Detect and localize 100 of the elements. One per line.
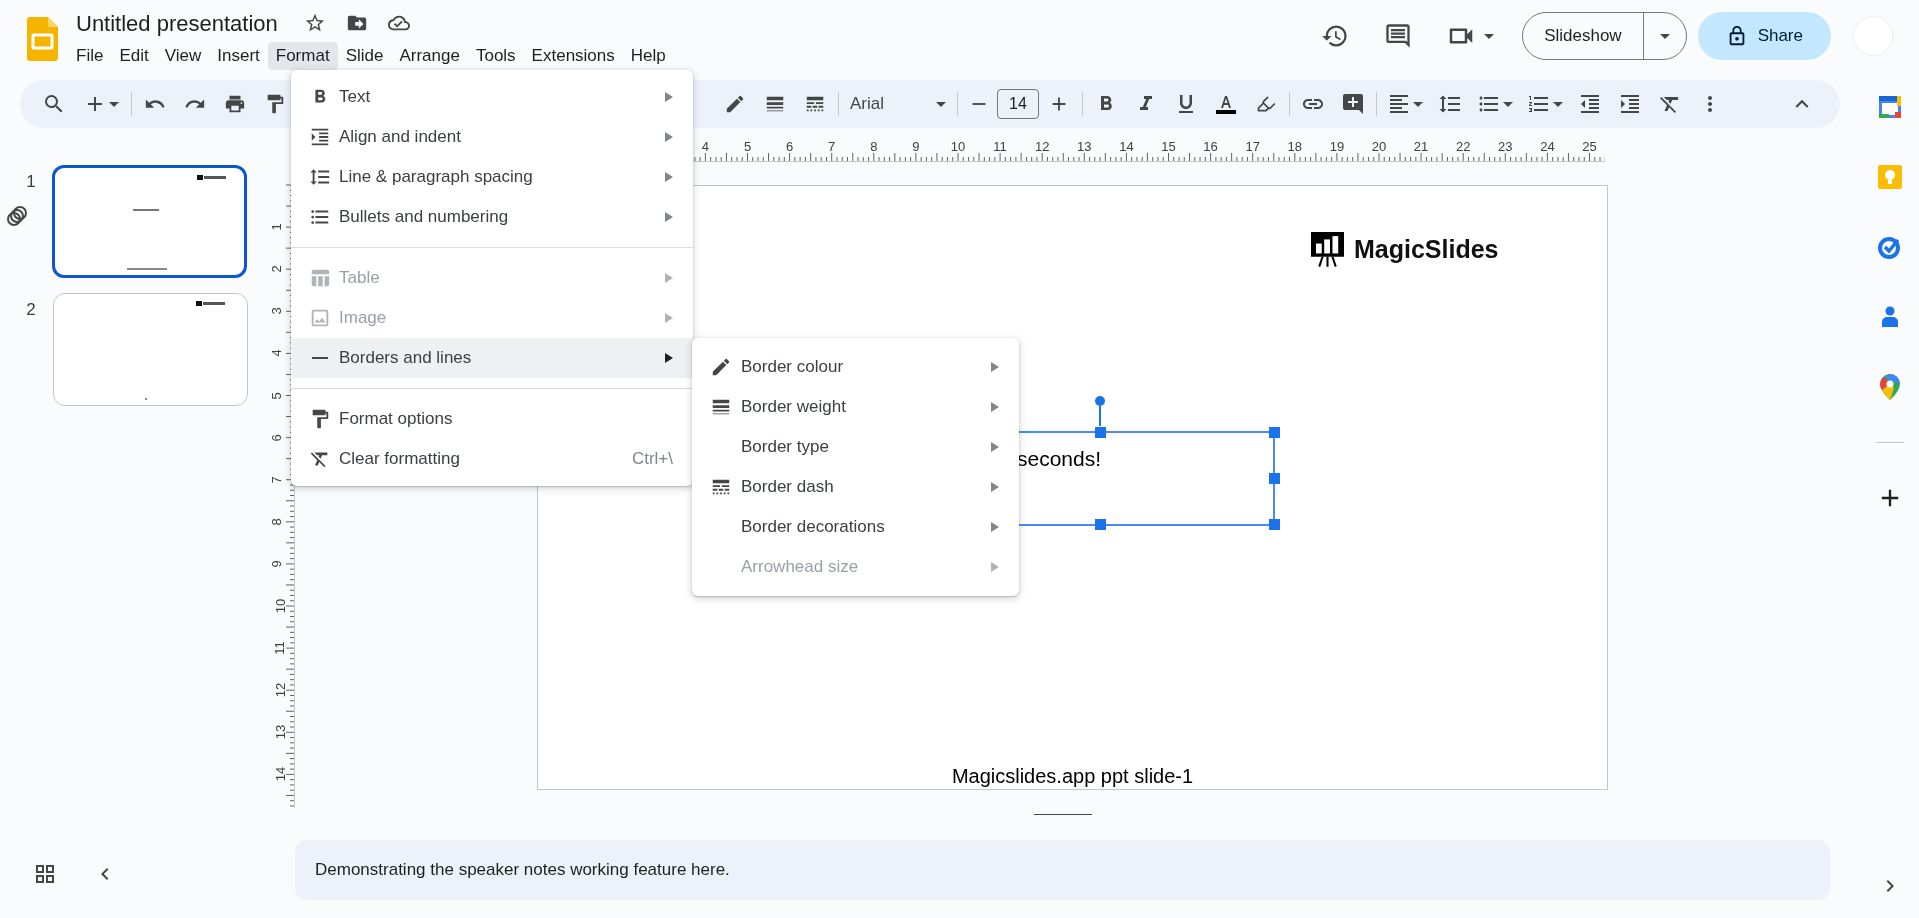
menu-item[interactable]: Text [291,77,693,117]
caret-icon[interactable] [1553,101,1563,107]
indent-decrease-icon[interactable] [1578,92,1602,116]
menu-bar-item[interactable]: Arrange [391,42,468,70]
submenu-arrow-icon [665,273,673,283]
submenu-arrow-icon [991,442,999,452]
ruler-number: 18 [1287,140,1303,153]
caret-icon[interactable] [1484,33,1495,39]
caret-icon[interactable] [109,101,119,107]
menu-bar-item[interactable]: Edit [111,42,157,70]
rotation-handle-icon[interactable] [1094,396,1106,426]
menu-item[interactable]: Clear formatting Ctrl+\ [291,439,693,479]
indent-increase-icon[interactable] [1618,92,1642,116]
pencil-icon[interactable] [724,93,746,115]
ruler-number: 13 [1077,140,1092,153]
ruler-number: 12 [1034,140,1050,153]
font-size-field[interactable]: 14 [997,89,1039,119]
resize-handle[interactable] [1095,427,1106,438]
slideshow-button[interactable]: Slideshow [1523,13,1644,59]
menu-bar-item[interactable]: View [156,42,210,70]
line-icon [312,357,328,359]
font-dropdown[interactable]: Arial [842,86,954,122]
ruler-number: 10 [273,598,287,614]
indent-icon [309,126,331,148]
resize-handle[interactable] [1269,473,1280,484]
submenu-arrow-icon [665,92,673,102]
submenu-arrow-icon [991,362,999,372]
menu-item[interactable]: Borders and lines [291,338,693,378]
calendar-icon[interactable] [1877,95,1902,119]
ruler-number: 16 [1203,140,1218,153]
submenu-arrow-icon [665,353,673,363]
speaker-notes-field[interactable]: Demonstrating the speaker notes working feature here. [295,840,1830,900]
thumbnail-text-line [133,209,159,211]
submenu-item[interactable]: Border weight [692,387,1019,427]
caret-icon[interactable] [1659,33,1670,39]
align-left-icon[interactable] [1387,92,1411,116]
ruler-number: 15 [1161,140,1176,153]
star-icon[interactable] [303,12,326,34]
linked-rings-icon [6,204,28,227]
submenu-arrow-icon [665,172,673,182]
ruler-number: 23 [1498,140,1513,153]
ruler-number: 17 [1245,140,1260,153]
grid-view-icon[interactable] [33,862,57,886]
slide-thumbnail[interactable] [53,293,248,406]
ruler-number: 8 [870,140,878,153]
menu-item[interactable]: Line & paragraph spacing [291,157,693,197]
print-icon[interactable] [224,93,246,115]
caret-icon[interactable] [1503,101,1513,107]
slide-footer: Magicslides.app ppt slide-1 [538,761,1607,791]
ruler-number: 7 [828,140,836,153]
ruler-number: 13 [273,725,287,740]
caret-icon[interactable] [1413,101,1423,107]
pencil-icon [710,356,732,378]
submenu-arrow-icon [991,562,999,572]
check-circle-icon[interactable] [1877,235,1902,259]
submenu-arrow-icon [665,132,673,142]
ruler-number: 5 [743,140,752,153]
ruler-number: 25 [1582,140,1597,153]
thumbnail-logo-drawing [197,175,226,180]
ruler-number: 22 [1455,140,1471,153]
share-button[interactable]: Share [1697,12,1831,60]
slide-number: 1 [25,171,36,193]
menu-bar-item[interactable]: File [68,42,112,70]
resize-handle[interactable] [1095,519,1106,530]
menu-item[interactable]: Bullets and numbering [291,197,693,237]
slide-thumbnail[interactable] [52,165,247,278]
thumbnail-logo-drawing [196,301,225,306]
ruler-number: 20 [1371,140,1387,153]
resize-handle[interactable] [1269,427,1280,438]
thumbnail-text-line [127,268,167,270]
ruler-number: 12 [273,682,287,698]
ruler-number: 8 [270,518,284,526]
shortcut-text: Ctrl+\ [631,448,673,471]
text-box-text: seconds! [1017,446,1102,472]
document-title[interactable]: Untitled presentation [76,6,278,40]
ruler-number: 4 [270,349,284,357]
menu-bar-item[interactable]: Insert [209,42,268,70]
table-icon [309,267,331,289]
ruler-number: 14 [273,767,287,782]
caret-icon[interactable] [936,101,946,107]
ruler-number: 14 [1119,140,1134,153]
menu-bar-item[interactable]: Help [622,42,674,70]
ruler-number: 4 [701,140,709,153]
menu-bar-item[interactable]: Slide [337,42,392,70]
menu-bar-item[interactable]: Format [267,42,338,70]
map-pin-icon[interactable] [1879,374,1900,400]
resize-handle[interactable] [1269,519,1280,530]
menu-bar-item[interactable]: Extensions [523,42,623,70]
add-comment-icon[interactable] [1341,92,1365,116]
submenu-item[interactable]: Border colour [692,347,1019,387]
ruler-number: 6 [786,140,794,153]
ruler-number: 6 [270,434,284,442]
highlighter-icon[interactable] [1256,94,1276,114]
ruler-number: 11 [993,140,1007,153]
ruler-number: 1 [270,223,284,231]
menu-bar-item[interactable]: Tools [467,42,524,70]
menu-item[interactable]: Align and indent [291,117,693,157]
ruler-number: 2 [270,265,284,273]
comment-icon[interactable] [1384,22,1413,50]
menu-item[interactable]: Format options [291,399,693,439]
